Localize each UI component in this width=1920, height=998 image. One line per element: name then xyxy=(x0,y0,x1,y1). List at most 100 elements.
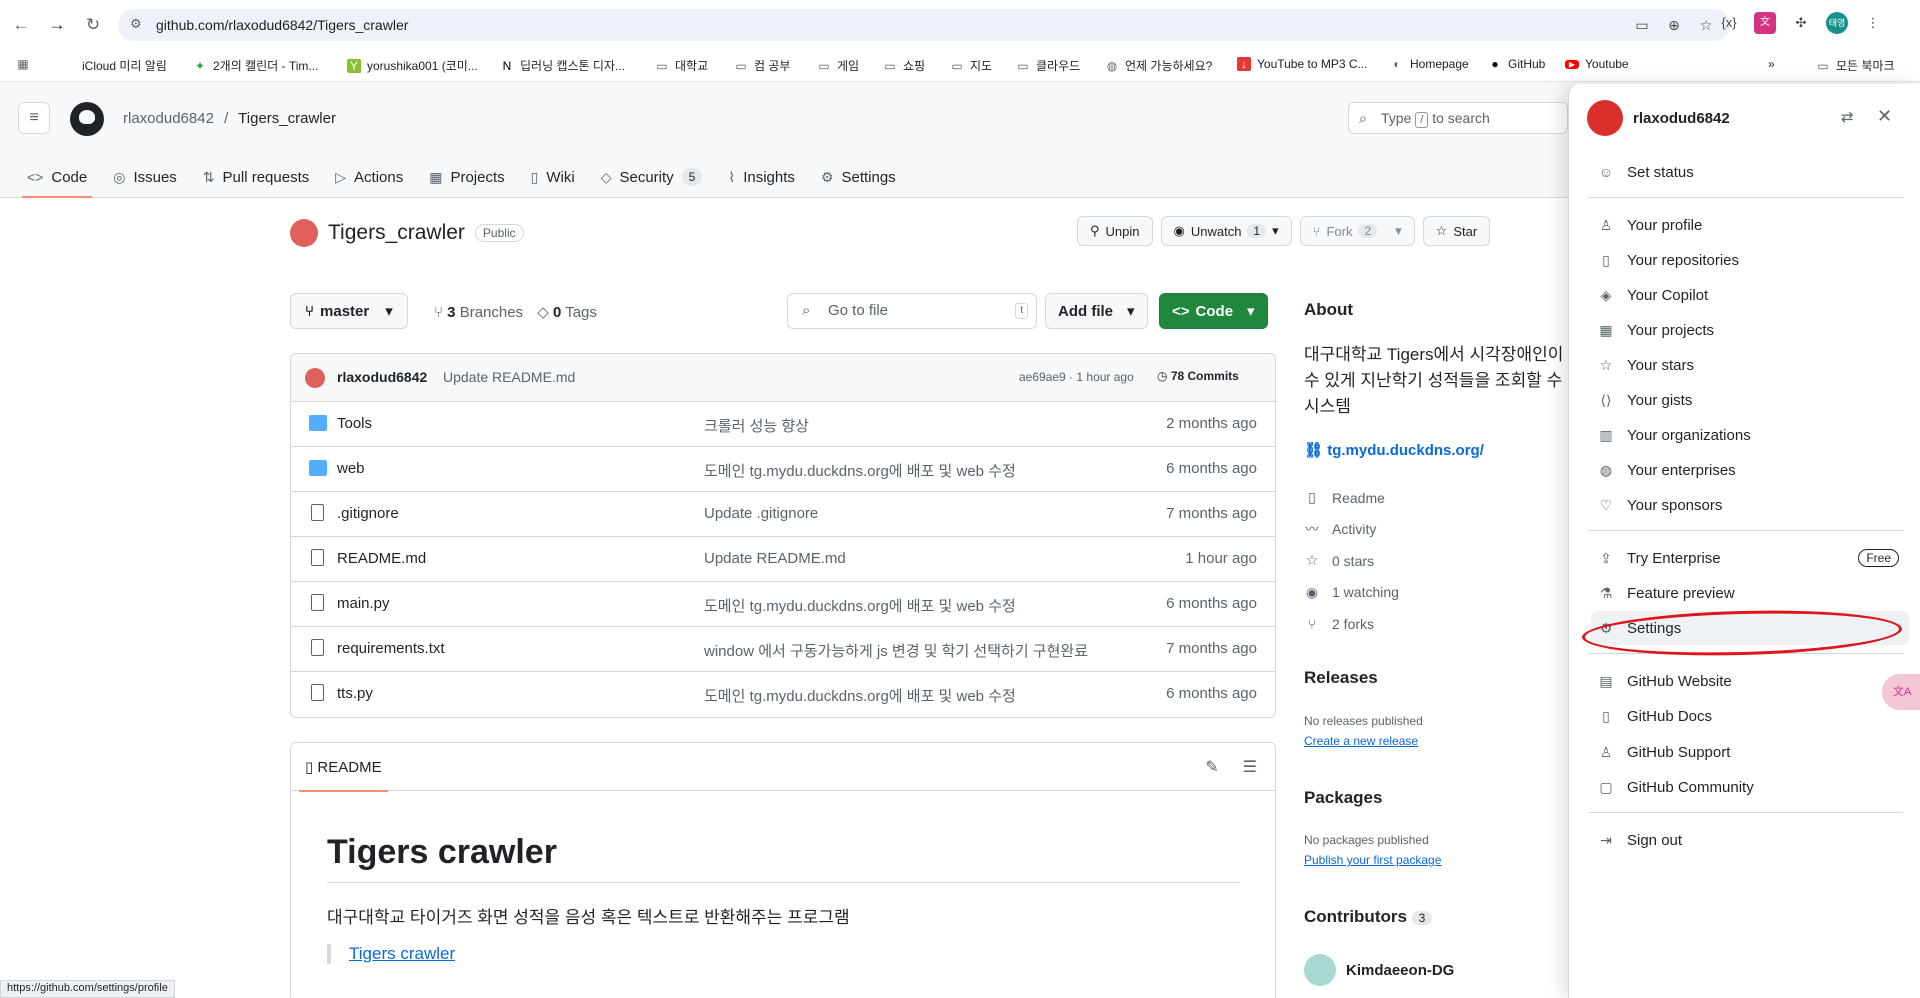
fork-button[interactable]: ⑂ Fork 2 ▾ xyxy=(1299,216,1415,246)
extensions-puzzle-icon[interactable]: ✣ xyxy=(1790,12,1812,34)
bookmark-folder[interactable]: ▭ 지도 xyxy=(950,57,992,74)
contributor-item[interactable]: Kimdaeeon-DG xyxy=(1304,954,1454,986)
all-bookmarks[interactable]: ▭ 모든 북마크 xyxy=(1816,57,1894,74)
browser-profile-avatar[interactable]: 태영 xyxy=(1826,12,1848,34)
zoom-icon[interactable]: ⊕ xyxy=(1664,15,1684,35)
breadcrumb-owner[interactable]: rlaxodud6842 xyxy=(123,110,214,127)
bookmark-item[interactable]: ◐ Homepage xyxy=(1390,57,1468,71)
extension-icon[interactable]: {x} xyxy=(1718,12,1740,34)
tab-pull-requests[interactable]: ⇅ Pull requests xyxy=(190,157,322,197)
menu-item-github-website[interactable]: ▤ GitHub Website xyxy=(1591,664,1909,698)
tab-actions[interactable]: ▷ Actions xyxy=(322,157,416,197)
tab-projects[interactable]: ▦ Projects xyxy=(416,157,517,197)
contributors-heading[interactable]: Contributors 3 xyxy=(1304,907,1433,927)
tab-security[interactable]: ◇ Security 5 xyxy=(588,157,716,197)
go-to-file-input[interactable]: ⌕ Go to file t xyxy=(787,293,1037,329)
close-icon[interactable]: ✕ xyxy=(1877,106,1892,127)
file-row[interactable]: web 도메인 tg.mydu.duckdns.org에 배포 및 web 수정 6… xyxy=(291,447,1275,492)
address-bar[interactable]: ⚙ github.com/rlaxodud6842/Tigers_crawler… xyxy=(118,9,1730,41)
bookmark-item[interactable]: N 딥러닝 캡스톤 디자... xyxy=(500,57,625,74)
menu-item-your-enterprises[interactable]: ◍ Your enterprises xyxy=(1591,453,1909,487)
tab-insights[interactable]: ⌇ Insights xyxy=(715,157,808,197)
homepage-link[interactable]: ⛓ tg.mydu.duckdns.org/ xyxy=(1304,441,1484,459)
menu-item-your-repositories[interactable]: ▯ Your repositories xyxy=(1591,243,1909,277)
file-row[interactable]: .gitignore Update .gitignore 7 months ago xyxy=(291,492,1275,537)
unpin-button[interactable]: ⚲ Unpin xyxy=(1077,216,1153,246)
outline-list-icon[interactable]: ☰ xyxy=(1243,757,1257,777)
breadcrumb-repo[interactable]: Tigers_crawler xyxy=(238,110,336,127)
translate-float-icon[interactable]: 文A xyxy=(1882,674,1920,710)
apps-grid-icon[interactable]: ▦ xyxy=(16,57,30,71)
reload-icon[interactable]: ↻ xyxy=(80,12,106,38)
bookmark-item[interactable]: ● GitHub xyxy=(1488,57,1545,71)
menu-item-sign-out[interactable]: ⇥ Sign out xyxy=(1591,823,1909,857)
commit-hash-time[interactable]: ae69ae9 · 1 hour ago xyxy=(1019,370,1134,384)
bookmark-item[interactable]: ◍ 언제 가능하세요? xyxy=(1105,57,1213,74)
site-info-icon[interactable]: ⚙ xyxy=(130,16,142,32)
bookmark-folder[interactable]: ▭ 컴 공부 xyxy=(734,57,790,74)
bookmark-item[interactable]: Yyorushika001 (코미... xyxy=(347,57,478,74)
menu-item-settings[interactable]: ⚙ Settings xyxy=(1591,611,1909,645)
menu-item-github-community[interactable]: ▢ GitHub Community xyxy=(1591,770,1909,804)
menu-item-your-organizations[interactable]: ▥ Your organizations xyxy=(1591,418,1909,452)
publish-package-link[interactable]: Publish your first package xyxy=(1304,853,1441,867)
activity-meta[interactable]: 〰 Activity xyxy=(1304,514,1399,546)
tab-wiki[interactable]: ▯ Wiki xyxy=(518,157,588,197)
menu-item-try-enterprise[interactable]: ⇪ Try Enterprise Free xyxy=(1591,541,1909,575)
tab-settings[interactable]: ⚙ Settings xyxy=(808,157,909,197)
search-input[interactable]: ⌕ Type / to search xyxy=(1348,102,1568,134)
bookmark-item[interactable]: ↓ YouTube to MP3 C... xyxy=(1237,57,1368,71)
menu-item-set-status[interactable]: ☺ Set status xyxy=(1591,155,1909,189)
forks-meta[interactable]: ⑂ 2 forks xyxy=(1304,608,1399,640)
commits-link[interactable]: ◷ 78 Commits xyxy=(1157,369,1239,383)
menu-item-your-stars[interactable]: ☆ Your stars xyxy=(1591,348,1909,382)
packages-heading[interactable]: Packages xyxy=(1304,788,1382,808)
bookmark-item[interactable]: iCloud 미리 알림 xyxy=(62,57,167,74)
menu-item-github-docs[interactable]: ▯ GitHub Docs xyxy=(1591,699,1909,733)
bookmark-folder[interactable]: ▭ 게임 xyxy=(817,57,859,74)
bookmark-star-icon[interactable]: ☆ xyxy=(1696,15,1716,35)
releases-heading[interactable]: Releases xyxy=(1304,668,1378,688)
menu-icon[interactable]: ≡ xyxy=(18,102,50,134)
readme-link[interactable]: Tigers crawler xyxy=(349,944,455,963)
readme-meta[interactable]: ▯ Readme xyxy=(1304,482,1399,514)
github-logo-icon[interactable] xyxy=(70,102,104,136)
file-row[interactable]: README.md Update README.md 1 hour ago xyxy=(291,537,1275,582)
tags-link[interactable]: ◇ 0 Tags xyxy=(537,304,597,321)
translate-extension-icon[interactable]: 文 xyxy=(1754,12,1776,34)
branches-link[interactable]: ⑂ 3 Branches xyxy=(434,304,523,321)
bookmark-item[interactable]: ▶ Youtube xyxy=(1565,57,1629,71)
switch-account-icon[interactable]: ⇄ xyxy=(1841,108,1854,126)
tab-issues[interactable]: ◎ Issues xyxy=(100,157,190,197)
forward-icon[interactable]: → xyxy=(44,12,70,38)
install-app-icon[interactable]: ▭ xyxy=(1632,15,1652,35)
menu-item-your-profile[interactable]: ♙ Your profile xyxy=(1591,208,1909,242)
menu-item-your-gists[interactable]: ⟨⟩ Your gists xyxy=(1591,383,1909,417)
file-row[interactable]: requirements.txt window 에서 구동가능하게 js 변경 및… xyxy=(291,627,1275,672)
stars-meta[interactable]: ☆ 0 stars xyxy=(1304,545,1399,577)
menu-item-your-copilot[interactable]: ◈ Your Copilot xyxy=(1591,278,1909,312)
create-release-link[interactable]: Create a new release xyxy=(1304,734,1418,748)
star-button[interactable]: ☆ Star xyxy=(1422,216,1491,246)
watching-meta[interactable]: ◉ 1 watching xyxy=(1304,577,1399,609)
bookmark-folder[interactable]: ▭ 클라우드 xyxy=(1016,57,1080,74)
branch-selector[interactable]: ⑂ master ▾ xyxy=(290,293,408,329)
code-button[interactable]: <> Code ▾ xyxy=(1159,293,1268,329)
commit-message[interactable]: Update README.md xyxy=(443,369,575,385)
menu-item-github-support[interactable]: ♙ GitHub Support xyxy=(1591,735,1909,769)
unwatch-button[interactable]: ◉ Unwatch 1 ▾ xyxy=(1160,216,1292,246)
url-text[interactable]: github.com/rlaxodud6842/Tigers_crawler xyxy=(156,17,408,33)
more-bookmarks-icon[interactable]: » xyxy=(1768,57,1775,71)
browser-menu-icon[interactable]: ⋮ xyxy=(1862,12,1884,34)
commit-author[interactable]: rlaxodud6842 xyxy=(337,369,427,385)
readme-tab[interactable]: ▯ README xyxy=(299,758,388,792)
bookmark-item[interactable]: ✦ 2개의 캘린더 - Tim... xyxy=(193,57,318,74)
file-row[interactable]: Tools 크롤러 성능 향상 2 months ago xyxy=(291,402,1275,447)
bookmark-folder[interactable]: ▭ 쇼핑 xyxy=(883,57,925,74)
back-icon[interactable]: ← xyxy=(8,12,34,38)
file-row[interactable]: main.py 도메인 tg.mydu.duckdns.org에 배포 및 web… xyxy=(291,582,1275,627)
file-row[interactable]: tts.py 도메인 tg.mydu.duckdns.org에 배포 및 web … xyxy=(291,672,1275,717)
add-file-button[interactable]: Add file ▾ xyxy=(1045,293,1148,329)
edit-pencil-icon[interactable]: ✎ xyxy=(1205,757,1218,777)
menu-item-your-sponsors[interactable]: ♡ Your sponsors xyxy=(1591,488,1909,522)
